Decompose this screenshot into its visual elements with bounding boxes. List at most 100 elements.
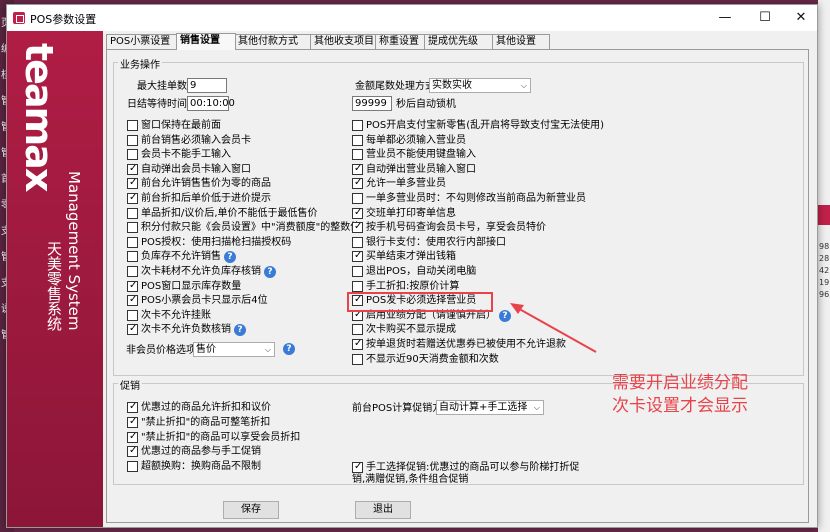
max-hold-input[interactable]: 9 <box>187 78 227 93</box>
tab-3[interactable]: 其他收支项目 <box>310 34 377 49</box>
option-label: 前台折扣后单价低于进价提示 <box>141 193 271 204</box>
tab-2[interactable]: 其他付款方式 <box>234 34 312 49</box>
checkbox[interactable] <box>352 221 363 234</box>
checkbox[interactable] <box>127 177 138 190</box>
option-row[interactable]: 自动弹出会员卡输入窗口 <box>127 163 251 177</box>
option-row[interactable]: 每单都必须输入营业员 <box>352 134 466 148</box>
checkbox[interactable] <box>352 250 363 263</box>
help-icon[interactable]: ? <box>224 251 236 264</box>
checkbox[interactable] <box>352 149 363 161</box>
option-row[interactable]: 银行卡支付：使用农行内部接口 <box>352 236 506 250</box>
save-button[interactable]: 保存 <box>223 501 279 519</box>
checkbox[interactable] <box>352 177 363 190</box>
title-bar[interactable]: POS参数设置 — ☐ ✕ <box>7 5 817 31</box>
option-row[interactable]: 会员卡不能手工输入 <box>127 149 231 162</box>
checkbox[interactable] <box>127 266 138 277</box>
checkbox[interactable] <box>352 193 363 204</box>
option-row[interactable]: 退出POS，自动关闭电脑 <box>352 266 476 279</box>
checkbox[interactable] <box>127 120 138 131</box>
exit-button[interactable]: 退出 <box>355 501 411 519</box>
promo-mode-select[interactable]: 自动计算+手工选择 ⌵ <box>436 400 544 415</box>
checkbox[interactable] <box>127 192 138 204</box>
option-row[interactable]: 营业员不能使用键盘输入 <box>352 149 476 162</box>
brand-sidebar: teamax Management System 天美零售系统 <box>7 31 103 527</box>
option-row[interactable]: 允许一单多营业员 <box>352 177 446 191</box>
option-row[interactable]: 次卡不允许负数核销? <box>127 323 246 337</box>
option-row[interactable]: POS开启支付宝新零售(乱开启将导致支付宝无法使用) <box>352 120 604 133</box>
option-row[interactable]: POS小票会员卡只显示后4位 <box>127 294 268 308</box>
option-row[interactable]: 一单多营业员时：不勾则修改当前商品为新营业员 <box>352 193 586 206</box>
tab-5[interactable]: 提成优先级 <box>424 34 494 49</box>
checkbox[interactable] <box>127 416 138 428</box>
checkbox[interactable] <box>127 163 138 175</box>
checkbox[interactable] <box>127 134 138 146</box>
minimize-button[interactable]: — <box>707 5 743 31</box>
option-row[interactable]: 买单结束才弹出钱箱 <box>352 250 456 264</box>
checkbox[interactable] <box>352 120 363 131</box>
close-button[interactable]: ✕ <box>783 5 819 31</box>
option-row[interactable]: 超额换购：换购商品不限制 <box>127 461 261 474</box>
option-label: 退出POS，自动关闭电脑 <box>366 266 477 277</box>
checkbox[interactable] <box>352 324 363 336</box>
option-label: 手工折扣:按原价计算 <box>366 280 460 292</box>
checkbox[interactable] <box>127 222 138 234</box>
checkbox[interactable] <box>127 401 138 413</box>
checkbox[interactable] <box>352 353 363 365</box>
option-row[interactable]: 不显示近90天消费金额和次数 <box>352 353 499 367</box>
checkbox[interactable] <box>127 280 138 292</box>
option-row[interactable]: 窗口保持在最前面 <box>127 120 221 133</box>
checkbox[interactable] <box>352 280 363 292</box>
checkbox[interactable] <box>127 461 138 473</box>
option-row[interactable]: POS授权：使用扫描枪扫描授权码 <box>127 236 291 250</box>
option-row[interactable]: 前台允许销售售价为零的商品 <box>127 177 271 191</box>
option-row[interactable]: 负库存不允许销售? <box>127 251 236 264</box>
option-row[interactable]: 积分付款只能《会员设置》中"消费额度"的整数倍 <box>127 222 360 235</box>
help-icon[interactable]: ? <box>234 324 246 337</box>
option-row[interactable]: 按单退货时若赠送优惠券已被使用不允许退款 <box>352 338 566 352</box>
desktop-right-strip: 98 28 42 19 96 <box>818 0 830 532</box>
option-row[interactable]: 次卡耗材不允许负库存核销? <box>127 266 276 279</box>
daily-close-input[interactable]: 00:10:00 <box>187 96 235 111</box>
option-row[interactable]: 优惠过的商品参与手工促销 <box>127 445 261 459</box>
maximize-button[interactable]: ☐ <box>747 5 783 31</box>
option-row[interactable]: 前台折扣后单价低于进价提示 <box>127 192 271 206</box>
option-row[interactable]: 按手机号码查询会员卡号，享受会员特价 <box>352 221 546 235</box>
option-row[interactable]: 前台销售必须输入会员卡 <box>127 134 251 148</box>
promo-manual-option[interactable]: 手工选择促销:优惠过的商品可以参与阶梯打折促销,满赠促销,条件组合促销 <box>352 461 592 488</box>
checkbox[interactable] <box>352 461 363 473</box>
checkbox[interactable] <box>127 251 138 263</box>
checkbox[interactable] <box>127 236 138 248</box>
help-icon[interactable]: ? <box>264 266 276 278</box>
checkbox[interactable] <box>352 236 363 248</box>
checkbox[interactable] <box>127 431 138 443</box>
option-row[interactable]: 优惠过的商品允许折扣和议价 <box>127 401 271 415</box>
help-icon[interactable]: ? <box>499 309 511 322</box>
checkbox[interactable] <box>127 207 138 219</box>
autolock-input[interactable]: 99999 <box>352 96 392 111</box>
tab-0[interactable]: POS小票设置 <box>106 34 178 49</box>
nonmember-price-select[interactable]: 售价 ⌵ <box>193 342 275 357</box>
help-icon[interactable]: ? <box>283 343 295 355</box>
checkbox[interactable] <box>127 294 138 307</box>
checkbox[interactable] <box>127 309 138 321</box>
tab-6[interactable]: 其他设置 <box>492 34 550 49</box>
option-row[interactable]: POS窗口显示库存数量 <box>127 280 241 294</box>
checkbox[interactable] <box>127 445 138 458</box>
checkbox[interactable] <box>127 323 138 336</box>
checkbox[interactable] <box>352 134 363 146</box>
option-row[interactable]: 次卡购买不显示提成 <box>352 324 456 337</box>
option-row[interactable]: 次卡不允许挂账 <box>127 309 211 323</box>
checkbox[interactable] <box>352 207 363 219</box>
option-row[interactable]: "禁止折扣"的商品可以享受会员折扣 <box>127 431 300 445</box>
option-row[interactable]: "禁止折扣"的商品可整笔折扣 <box>127 416 270 430</box>
option-row[interactable]: 单品折扣/议价后,单价不能低于最低售价 <box>127 207 318 221</box>
option-row[interactable]: 交班单打印寄单信息 <box>352 207 456 221</box>
checkbox[interactable] <box>352 163 363 175</box>
option-row[interactable]: 自动弹出营业员输入窗口 <box>352 163 476 177</box>
checkbox[interactable] <box>352 266 363 277</box>
checkbox[interactable] <box>352 338 363 350</box>
tab-1[interactable]: 销售设置 <box>176 33 236 50</box>
checkbox[interactable] <box>127 149 138 161</box>
rounding-select[interactable]: 实数实收 ⌵ <box>429 78 531 93</box>
tab-4[interactable]: 称重设置 <box>375 34 426 49</box>
